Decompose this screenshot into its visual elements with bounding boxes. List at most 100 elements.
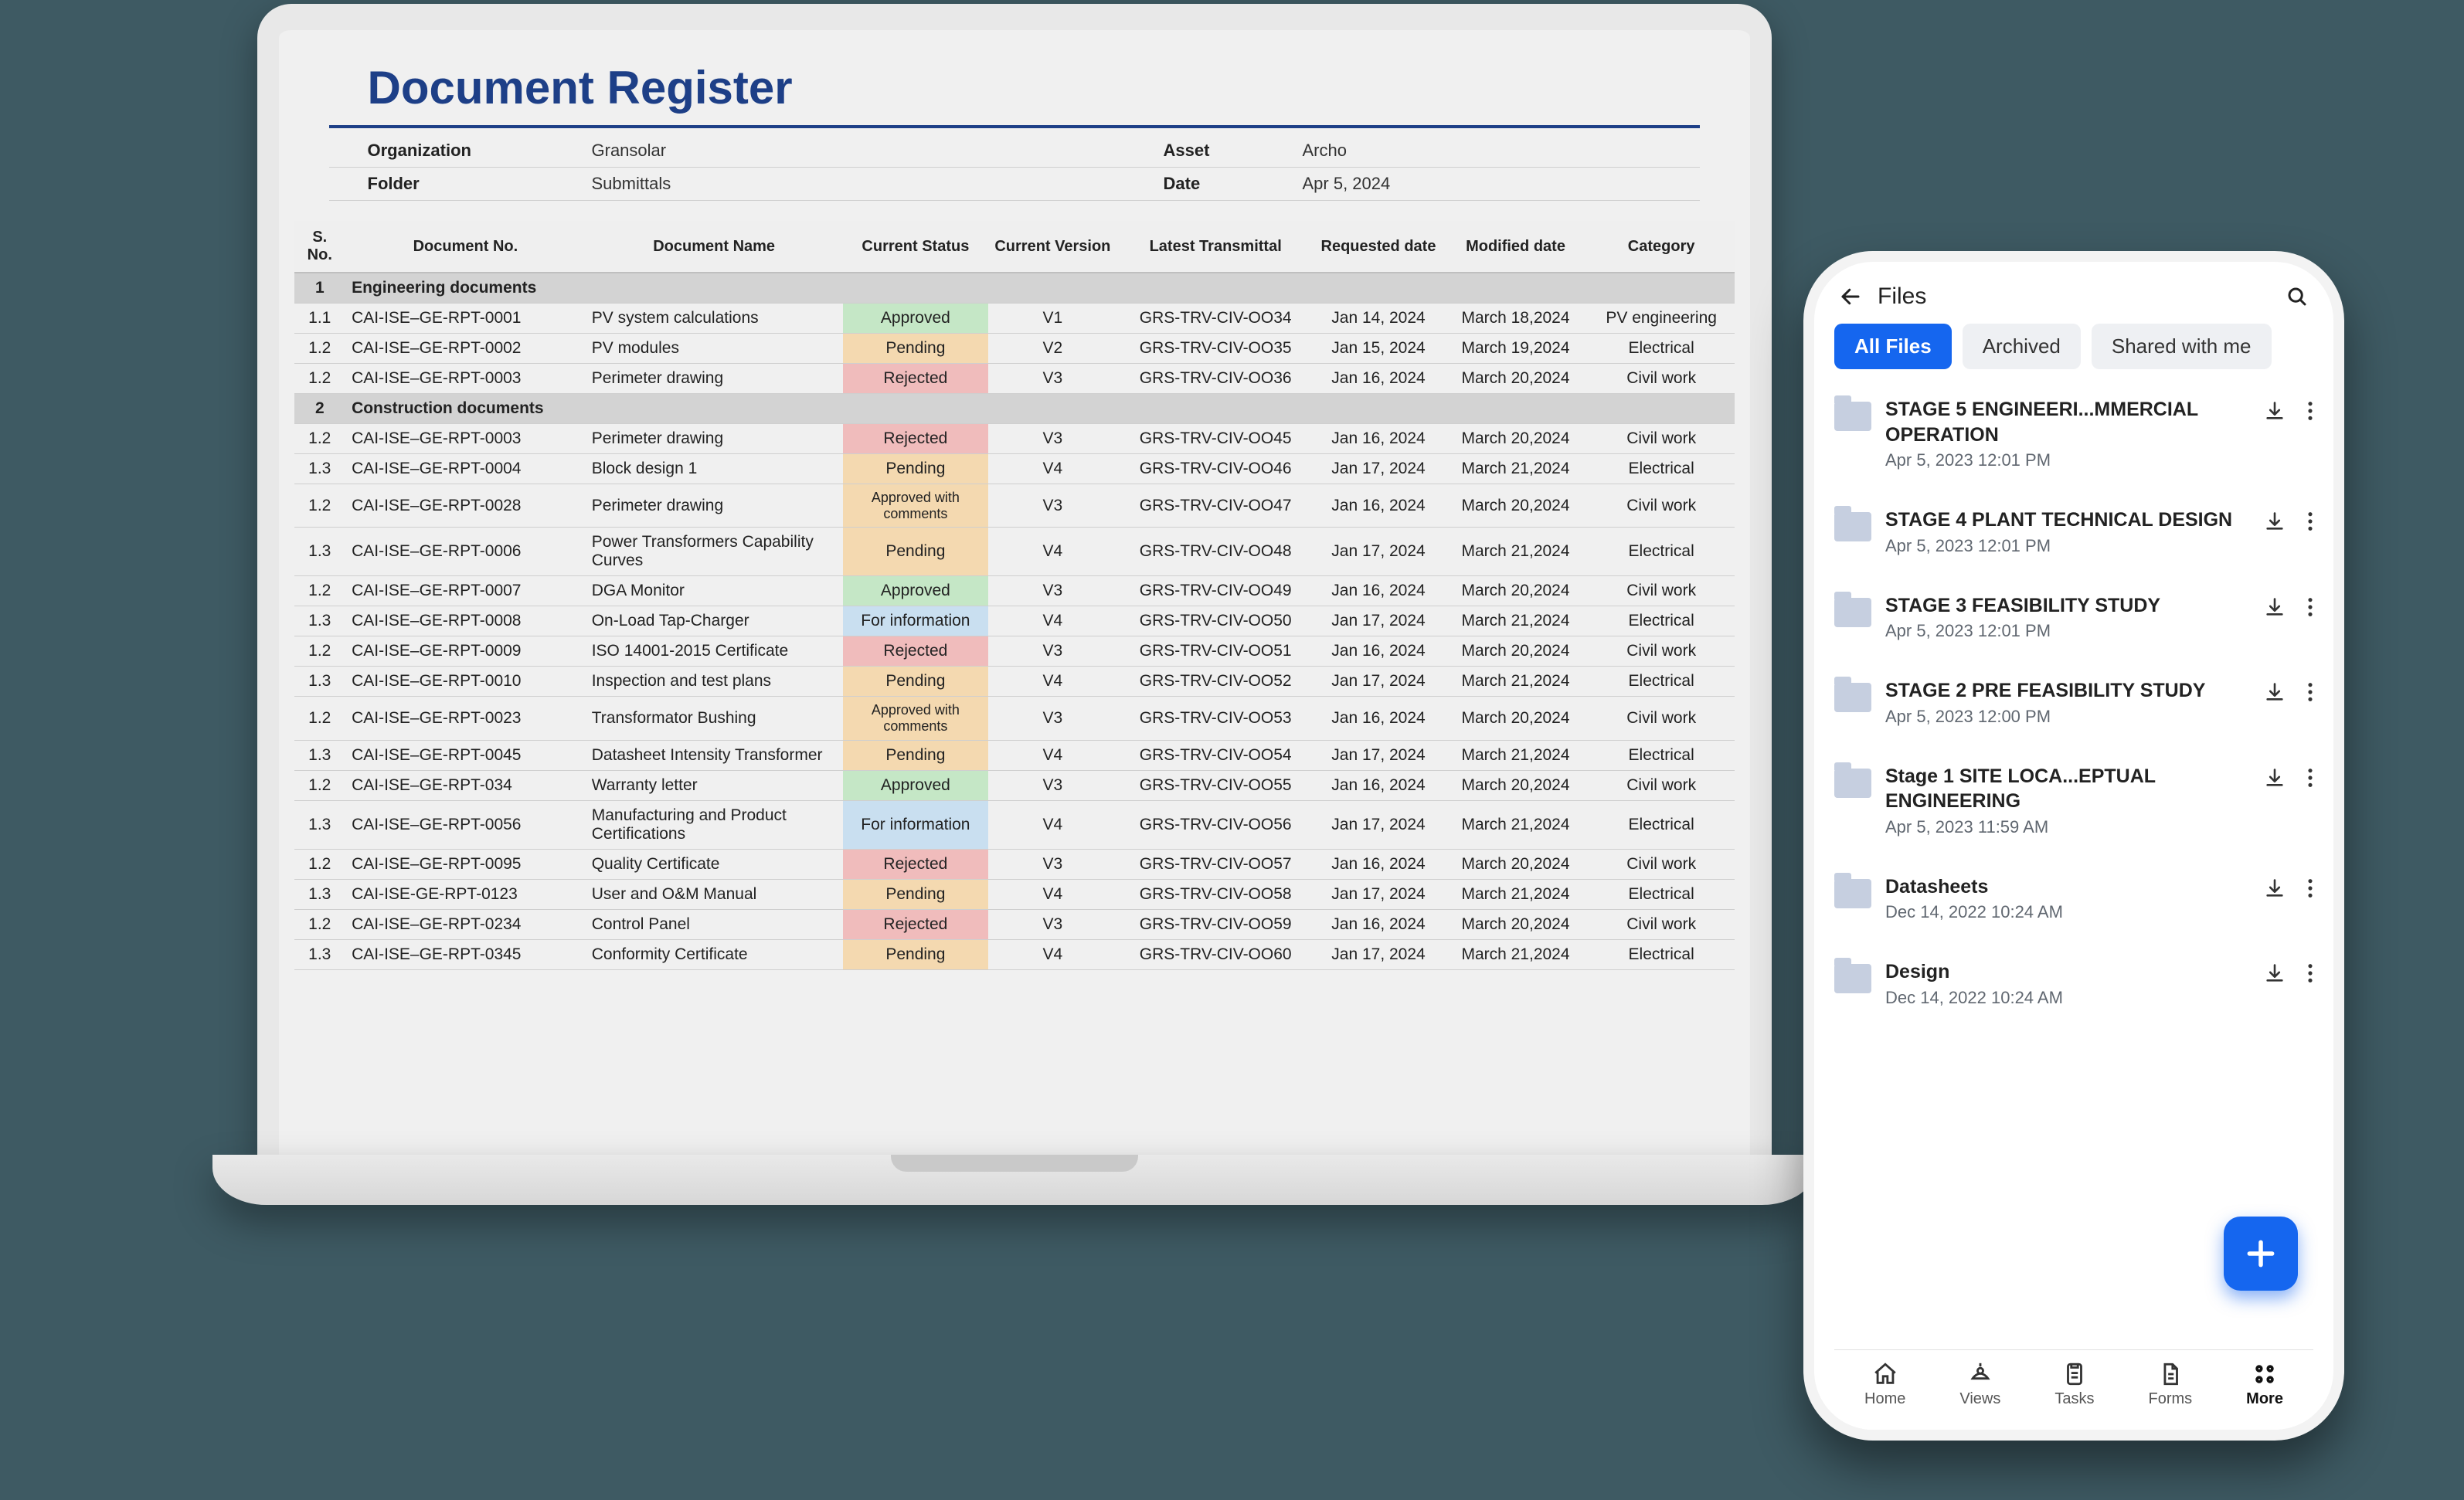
- cell-name: Transformator Bushing: [586, 697, 843, 740]
- download-button[interactable]: [2264, 400, 2286, 422]
- cell-status: Pending: [843, 939, 989, 969]
- cell-category: Civil work: [1589, 576, 1735, 606]
- kebab-icon: [2307, 877, 2313, 899]
- cell-category: Electrical: [1589, 528, 1735, 576]
- cell-requested: Jan 16, 2024: [1314, 364, 1443, 394]
- cell-transmittal: GRS-TRV-CIV-OO60: [1117, 939, 1314, 969]
- tab-all-files[interactable]: All Files: [1834, 324, 1952, 369]
- cell-requested: Jan 17, 2024: [1314, 667, 1443, 697]
- nav-forms[interactable]: Forms: [2148, 1361, 2192, 1408]
- nav-more[interactable]: More: [2246, 1361, 2283, 1408]
- list-item[interactable]: Stage 1 SITE LOCA...EPTUAL ENGINEERINGAp…: [1834, 748, 2313, 859]
- document-register-table: S. No. Document No. Document Name Curren…: [294, 221, 1735, 970]
- list-item[interactable]: STAGE 4 PLANT TECHNICAL DESIGNApr 5, 202…: [1834, 492, 2313, 578]
- list-item[interactable]: STAGE 3 FEASIBILITY STUDYApr 5, 2023 12:…: [1834, 578, 2313, 663]
- meta-row-org: Organization Gransolar Asset Archo: [329, 134, 1700, 168]
- tab-shared-with-me[interactable]: Shared with me: [2092, 324, 2272, 369]
- file-list[interactable]: STAGE 5 ENGINEERI...MMERCIAL OPERATIONAp…: [1834, 382, 2313, 1349]
- item-more-button[interactable]: [2307, 962, 2313, 984]
- list-item[interactable]: STAGE 5 ENGINEERI...MMERCIAL OPERATIONAp…: [1834, 382, 2313, 492]
- cell-transmittal: GRS-TRV-CIV-OO47: [1117, 484, 1314, 528]
- download-button[interactable]: [2264, 681, 2286, 703]
- file-text: STAGE 2 PRE FEASIBILITY STUDYApr 5, 2023…: [1885, 678, 2250, 727]
- cell-status: Pending: [843, 454, 989, 484]
- cell-requested: Jan 14, 2024: [1314, 304, 1443, 334]
- cell-name: Conformity Certificate: [586, 939, 843, 969]
- download-button[interactable]: [2264, 877, 2286, 899]
- folder-icon: [1834, 598, 1871, 627]
- fab-add-button[interactable]: [2224, 1217, 2298, 1291]
- tasks-icon: [2061, 1361, 2088, 1387]
- cell-requested: Jan 17, 2024: [1314, 606, 1443, 636]
- cell-name: Perimeter drawing: [586, 484, 843, 528]
- download-button[interactable]: [2264, 511, 2286, 532]
- cell-transmittal: GRS-TRV-CIV-OO53: [1117, 697, 1314, 740]
- download-icon: [2264, 962, 2286, 984]
- nav-views-label: Views: [1959, 1390, 2000, 1407]
- laptop-base: [212, 1155, 1816, 1205]
- cell-requested: Jan 16, 2024: [1314, 576, 1443, 606]
- item-more-button[interactable]: [2307, 877, 2313, 899]
- cell-category: Civil work: [1589, 849, 1735, 879]
- cell-version: V4: [988, 606, 1116, 636]
- cell-docno: CAI-ISE–GE-RPT-0006: [345, 528, 586, 576]
- list-item[interactable]: DatasheetsDec 14, 2022 10:24 AM: [1834, 859, 2313, 945]
- file-actions: [2264, 962, 2313, 984]
- cell-name: PV modules: [586, 334, 843, 364]
- download-button[interactable]: [2264, 596, 2286, 618]
- file-date: Apr 5, 2023 11:59 AM: [1885, 817, 2250, 837]
- cell-docno: CAI-ISE–GE-RPT-0001: [345, 304, 586, 334]
- cell-transmittal: GRS-TRV-CIV-OO46: [1117, 454, 1314, 484]
- file-text: Stage 1 SITE LOCA...EPTUAL ENGINEERINGAp…: [1885, 764, 2250, 837]
- file-name: STAGE 4 PLANT TECHNICAL DESIGN: [1885, 507, 2250, 533]
- tab-archived[interactable]: Archived: [1963, 324, 2081, 369]
- item-more-button[interactable]: [2307, 511, 2313, 532]
- section-number: 2: [294, 394, 346, 424]
- item-more-button[interactable]: [2307, 681, 2313, 703]
- file-actions: [2264, 767, 2313, 789]
- cell-modified: March 21,2024: [1443, 528, 1589, 576]
- laptop-device: Document Register Organization Gransolar…: [212, 4, 1816, 1205]
- item-more-button[interactable]: [2307, 400, 2313, 422]
- item-more-button[interactable]: [2307, 767, 2313, 789]
- cell-sno: 1.2: [294, 484, 346, 528]
- cell-version: V4: [988, 879, 1116, 909]
- folder-icon: [1834, 769, 1871, 798]
- cell-docno: CAI-ISE–GE-RPT-0045: [345, 740, 586, 770]
- cell-category: Electrical: [1589, 334, 1735, 364]
- cell-transmittal: GRS-TRV-CIV-OO59: [1117, 909, 1314, 939]
- nav-home-label: Home: [1864, 1390, 1905, 1407]
- file-date: Apr 5, 2023 12:00 PM: [1885, 707, 2250, 727]
- item-more-button[interactable]: [2307, 596, 2313, 618]
- nav-views[interactable]: Views: [1959, 1361, 2000, 1408]
- more-icon: [2252, 1361, 2278, 1387]
- cell-sno: 1.2: [294, 576, 346, 606]
- cell-name: Datasheet Intensity Transformer: [586, 740, 843, 770]
- cell-transmittal: GRS-TRV-CIV-OO56: [1117, 800, 1314, 849]
- search-button[interactable]: [2286, 285, 2309, 308]
- col-docno: Document No.: [345, 221, 586, 273]
- cell-requested: Jan 17, 2024: [1314, 454, 1443, 484]
- cell-modified: March 20,2024: [1443, 484, 1589, 528]
- cell-transmittal: GRS-TRV-CIV-OO57: [1117, 849, 1314, 879]
- list-item[interactable]: DesignDec 14, 2022 10:24 AM: [1834, 944, 2313, 1030]
- phone-header: Files: [1834, 279, 2313, 324]
- back-button[interactable]: [1839, 285, 1862, 308]
- cell-status: Approved with comments: [843, 697, 989, 740]
- download-button[interactable]: [2264, 767, 2286, 789]
- cell-docno: CAI-ISE–GE-RPT-0003: [345, 364, 586, 394]
- cell-status: Pending: [843, 879, 989, 909]
- cell-sno: 1.3: [294, 454, 346, 484]
- cell-category: Civil work: [1589, 364, 1735, 394]
- cell-status: Approved: [843, 304, 989, 334]
- kebab-icon: [2307, 681, 2313, 703]
- list-item[interactable]: STAGE 2 PRE FEASIBILITY STUDYApr 5, 2023…: [1834, 663, 2313, 748]
- cell-category: Civil work: [1589, 770, 1735, 800]
- download-icon: [2264, 877, 2286, 899]
- cell-sno: 1.2: [294, 424, 346, 454]
- nav-tasks[interactable]: Tasks: [2054, 1361, 2094, 1408]
- nav-home[interactable]: Home: [1864, 1361, 1905, 1408]
- download-button[interactable]: [2264, 962, 2286, 984]
- cell-name: PV system calculations: [586, 304, 843, 334]
- document-meta: Organization Gransolar Asset Archo Folde…: [329, 134, 1700, 201]
